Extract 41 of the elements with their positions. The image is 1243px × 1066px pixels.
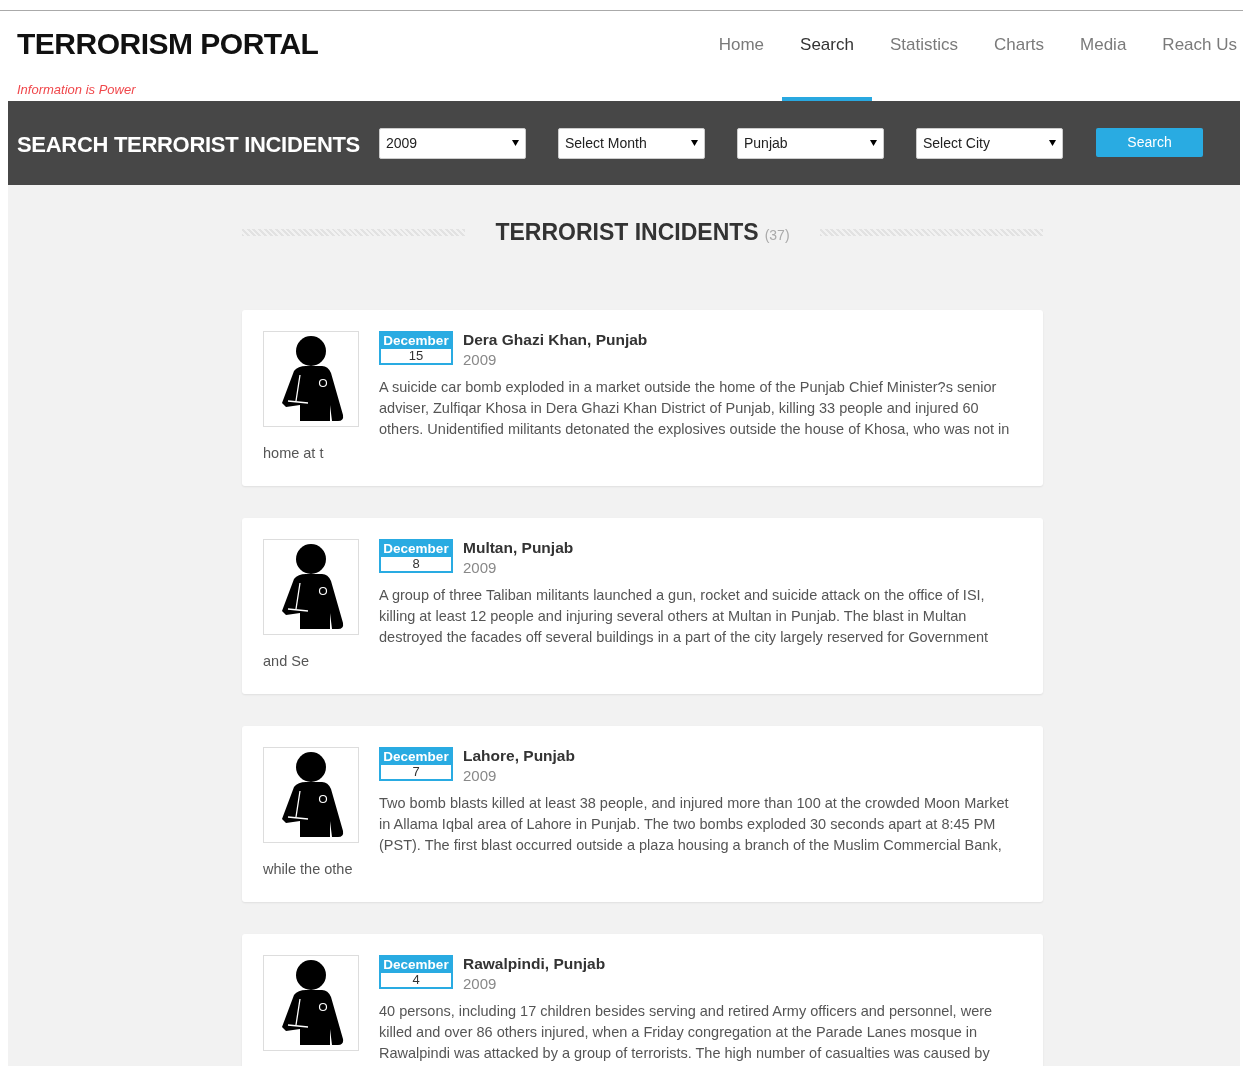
nav-link[interactable]: Charts	[975, 11, 1063, 101]
results-count: (37)	[764, 226, 790, 243]
date-month: December	[381, 333, 451, 349]
incident-description: 40 persons, including 17 children besides serving and retired Army officers and personnel, were killed and over 86 others injured, when a Friday congregation at the Parade Lanes mosque in Rawalpindi was attacked by a group of terrorists. The high number of casualties was caused by	[379, 1002, 994, 1063]
date-month: December	[381, 957, 451, 973]
results-title: TERRORIST INCIDENTS	[495, 218, 759, 246]
incident-description: Two bomb blasts killed at least 38 people, and injured more than 100 at the crowded Moon Market in Allama Iqbal area of Lahore in Punjab. The two bombs exploded 30 seconds apart at 8:45 PM (PST). The first blast occurred outside a plaza housing a branch of the Muslim Commercial Bank,	[379, 794, 1010, 855]
incident-description: A suicide car bomb exploded in a market outside the home of the Punjab Chief Minister?s senior adviser, Zulfiqar Khosa in Dera Ghazi Khan District of Punjab, killing 33 people and injured 60 others. Unidentified militants detonated the explosives outside the house of Khosa, who was not in	[379, 378, 1011, 439]
date-day: 15	[381, 349, 451, 363]
incident-location[interactable]: Multan, Punjab	[463, 539, 574, 557]
incident-year: 2009	[463, 351, 498, 368]
incident-year: 2009	[463, 975, 498, 992]
date-month: December	[381, 749, 451, 765]
incident-year: 2009	[463, 559, 498, 576]
date-day: 7	[381, 765, 451, 779]
site-tagline: Information is Power	[17, 82, 137, 97]
search-bar-title: SEARCH TERRORIST INCIDENTS	[17, 132, 361, 158]
nav-link[interactable]: Statistics	[871, 11, 976, 101]
incident-description: while the othe	[263, 860, 354, 879]
filter-dropdown[interactable]: Select Month	[558, 127, 705, 159]
incident-description: A group of three Taliban militants launched a gun, rocket and suicide attack on the office of ISI, killing at least 12 people and injuring several others at Multan in Punjab. The blast in Multan destroyed the facades off several buildings in a part of the city largely reserved for Government	[379, 586, 990, 647]
site-logo[interactable]: TERRORISM PORTAL	[17, 27, 319, 61]
caret-icon	[870, 140, 877, 146]
incident-year: 2009	[463, 767, 498, 784]
nav-link[interactable]: Home	[700, 11, 783, 101]
filter-dropdown[interactable]: Punjab	[737, 127, 884, 159]
incident-location[interactable]: Rawalpindi, Punjab	[463, 955, 606, 973]
date-month: December	[381, 541, 451, 557]
caret-icon	[1049, 140, 1056, 146]
incident-description: and Se	[263, 652, 310, 671]
incident-location[interactable]: Lahore, Punjab	[463, 747, 575, 765]
caret-icon	[512, 140, 519, 146]
date-day: 4	[381, 973, 451, 987]
filter-dropdown[interactable]: 2009	[379, 127, 526, 159]
caret-icon	[691, 140, 698, 146]
date-day: 8	[381, 557, 451, 571]
incident-location[interactable]: Dera Ghazi Khan, Punjab	[463, 331, 648, 349]
nav-link[interactable]: Media	[1062, 11, 1145, 101]
nav-link[interactable]: Reach Us	[1144, 11, 1240, 101]
filter-dropdown[interactable]: Select City	[916, 127, 1063, 159]
incident-description: home at t	[263, 444, 325, 463]
